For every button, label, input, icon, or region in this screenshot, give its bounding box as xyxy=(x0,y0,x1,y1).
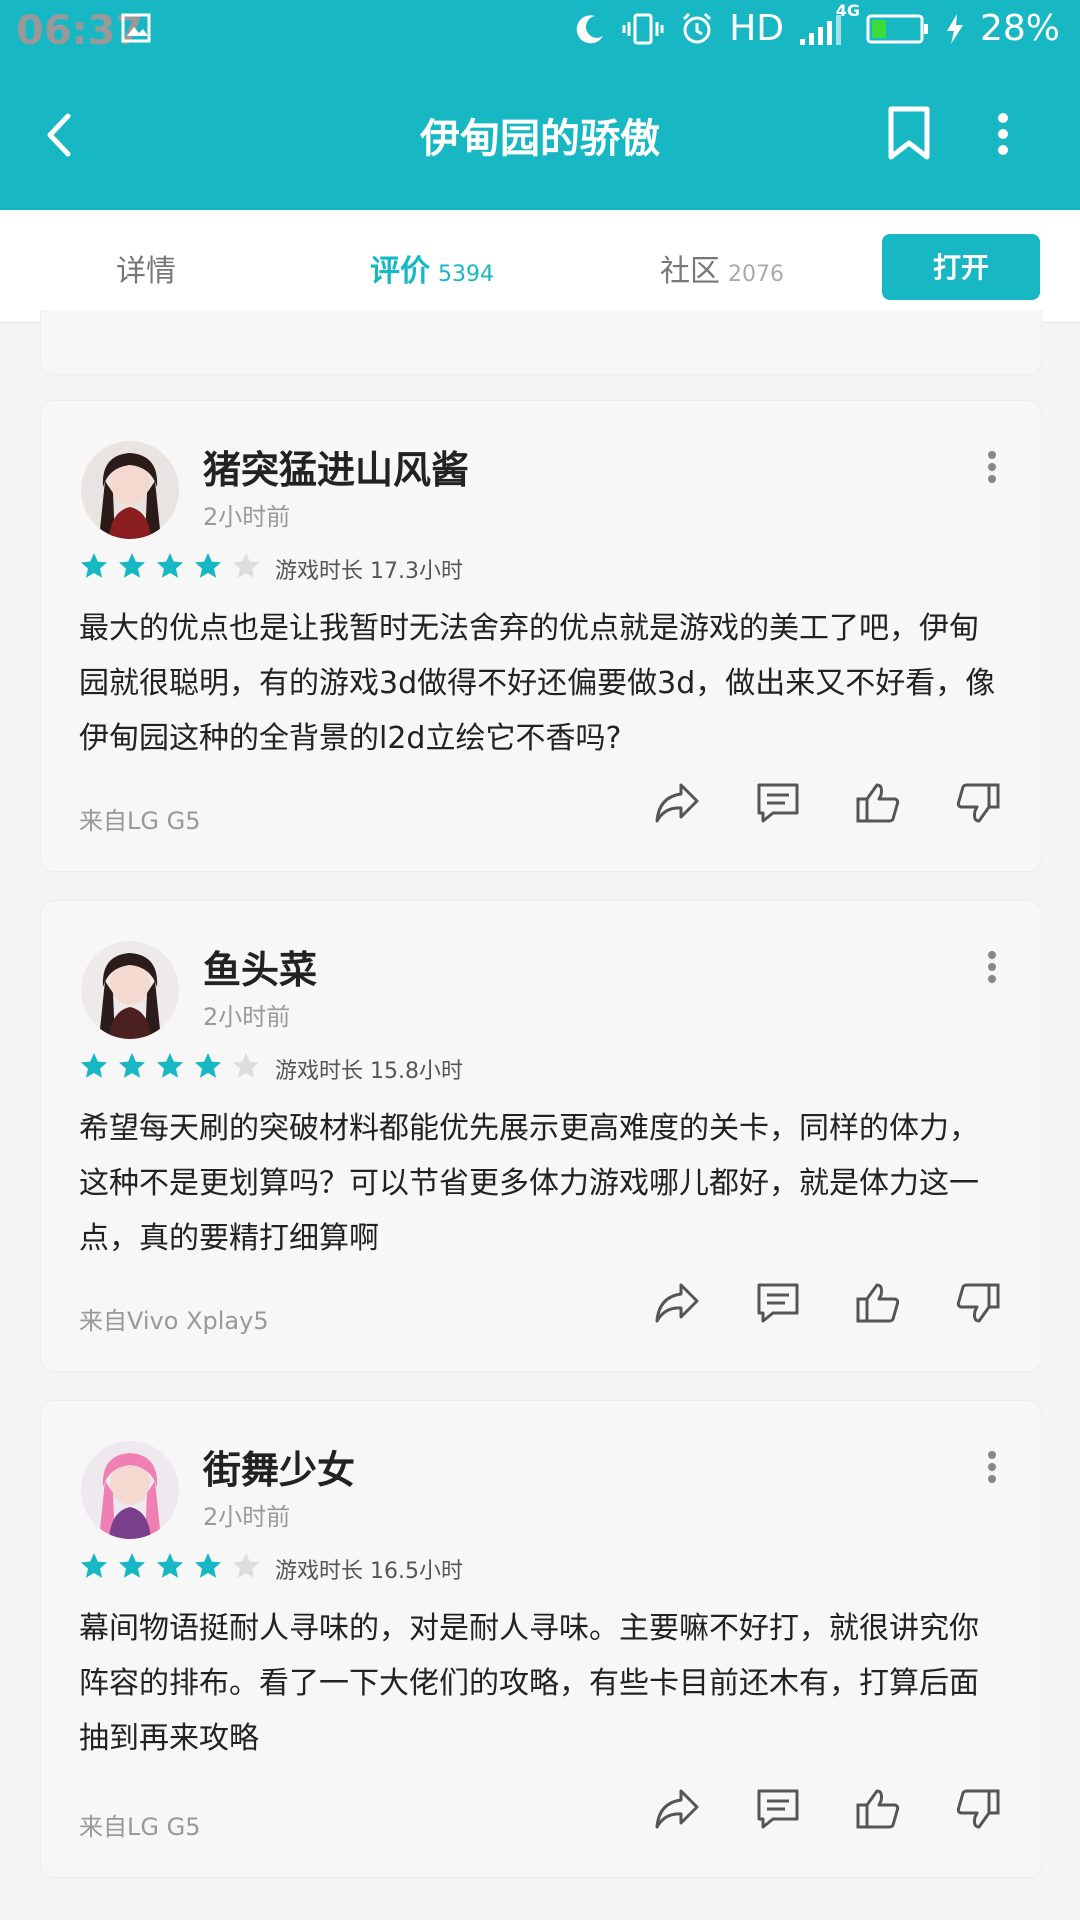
avatar[interactable] xyxy=(81,941,179,1039)
status-bar: 06:37 HD 4G 28% xyxy=(0,0,1080,64)
playtime: 游戏时长 16.5小时 xyxy=(275,1559,463,1584)
alarm-icon xyxy=(679,11,715,47)
tab-community[interactable]: 社区 2076 xyxy=(660,246,784,290)
comment-icon[interactable] xyxy=(755,781,801,825)
review-actions xyxy=(653,1787,1001,1831)
battery-icon xyxy=(866,12,930,46)
device-source: 来自Vivo Xplay5 xyxy=(79,1307,269,1335)
review-username[interactable]: 鱼头菜 xyxy=(203,939,317,994)
review-text[interactable]: 希望每天刷的突破材料都能优先展示更高难度的关卡，同样的体力，这种不是更划算吗？可… xyxy=(79,1101,1004,1266)
review-actions xyxy=(653,781,1001,825)
gallery-icon xyxy=(120,12,156,52)
rating-stars xyxy=(79,1551,261,1585)
bookmark-icon[interactable] xyxy=(885,105,933,165)
tab-details[interactable]: 详情 xyxy=(116,246,176,290)
battery-percent: 28% xyxy=(979,8,1060,49)
tab-details-label: 详情 xyxy=(116,254,176,289)
review-time: 2小时前 xyxy=(203,503,291,531)
star-filled-icon xyxy=(79,1051,109,1085)
star-filled-icon xyxy=(193,551,223,585)
rating-stars xyxy=(79,1051,261,1085)
like-icon[interactable] xyxy=(855,781,901,825)
star-filled-icon xyxy=(79,1551,109,1585)
more-vertical-icon[interactable] xyxy=(995,112,1011,160)
share-icon[interactable] xyxy=(653,1281,701,1325)
star-empty-icon xyxy=(231,1551,261,1585)
star-empty-icon xyxy=(231,1051,261,1085)
star-filled-icon xyxy=(79,551,109,585)
dislike-icon[interactable] xyxy=(955,781,1001,825)
share-icon[interactable] xyxy=(653,781,701,825)
dislike-icon[interactable] xyxy=(955,1281,1001,1325)
review-username[interactable]: 猪突猛进山风酱 xyxy=(203,439,469,494)
review-card: 猪突猛进山风酱 2小时前 游戏时长 17.3小时 最大的优点也是让我暂时无法舍弃… xyxy=(40,400,1042,872)
tab-reviews-label: 评价 xyxy=(370,254,430,289)
review-card: 鱼头菜 2小时前 游戏时长 15.8小时 希望每天刷的突破材料都能优先展示更高难… xyxy=(40,900,1042,1372)
star-filled-icon xyxy=(117,1051,147,1085)
review-card-partial xyxy=(40,310,1042,375)
hd-label: HD xyxy=(729,8,784,49)
star-filled-icon xyxy=(155,551,185,585)
comment-icon[interactable] xyxy=(755,1787,801,1831)
open-button[interactable]: 打开 xyxy=(882,234,1040,300)
review-card: 街舞少女 2小时前 游戏时长 16.5小时 幕间物语挺耐人寻味的，对是耐人寻味。… xyxy=(40,1400,1042,1878)
tab-community-label: 社区 xyxy=(660,254,720,289)
playtime: 游戏时长 15.8小时 xyxy=(275,1059,463,1084)
review-time: 2小时前 xyxy=(203,1003,291,1031)
star-filled-icon xyxy=(193,1551,223,1585)
star-filled-icon xyxy=(155,1051,185,1085)
more-vertical-icon[interactable] xyxy=(987,451,997,487)
top-bar: 06:37 HD 4G 28% 伊甸园的骄傲 xyxy=(0,0,1080,210)
share-icon[interactable] xyxy=(653,1787,701,1831)
rating-stars xyxy=(79,551,261,585)
device-source: 来自LG G5 xyxy=(79,807,201,835)
review-text[interactable]: 幕间物语挺耐人寻味的，对是耐人寻味。主要嘛不好打，就很讲究你阵容的排布。看了一下… xyxy=(79,1601,1004,1766)
review-username[interactable]: 街舞少女 xyxy=(203,1439,355,1494)
star-filled-icon xyxy=(155,1551,185,1585)
star-filled-icon xyxy=(193,1051,223,1085)
tab-reviews[interactable]: 评价 5394 xyxy=(370,246,494,290)
more-vertical-icon[interactable] xyxy=(987,951,997,987)
network-label: 4G xyxy=(835,0,860,20)
vibrate-icon xyxy=(621,12,665,46)
like-icon[interactable] xyxy=(855,1787,901,1831)
device-source: 来自LG G5 xyxy=(79,1813,201,1841)
more-vertical-icon[interactable] xyxy=(987,1451,997,1487)
star-empty-icon xyxy=(231,551,261,585)
avatar[interactable] xyxy=(81,1441,179,1539)
moon-icon xyxy=(573,12,607,46)
status-right: HD 4G 28% xyxy=(573,1,1060,49)
star-filled-icon xyxy=(117,1551,147,1585)
tab-community-count: 2076 xyxy=(728,262,784,287)
star-filled-icon xyxy=(117,551,147,585)
review-text[interactable]: 最大的优点也是让我暂时无法舍弃的优点就是游戏的美工了吧，伊甸园就很聪明，有的游戏… xyxy=(79,601,1004,766)
tab-reviews-count: 5394 xyxy=(438,262,494,287)
avatar[interactable] xyxy=(81,441,179,539)
review-actions xyxy=(653,1281,1001,1325)
like-icon[interactable] xyxy=(855,1281,901,1325)
signal-icon: 4G xyxy=(798,1,860,49)
charging-icon xyxy=(944,12,966,46)
dislike-icon[interactable] xyxy=(955,1787,1001,1831)
playtime: 游戏时长 17.3小时 xyxy=(275,559,463,584)
comment-icon[interactable] xyxy=(755,1281,801,1325)
review-time: 2小时前 xyxy=(203,1503,291,1531)
